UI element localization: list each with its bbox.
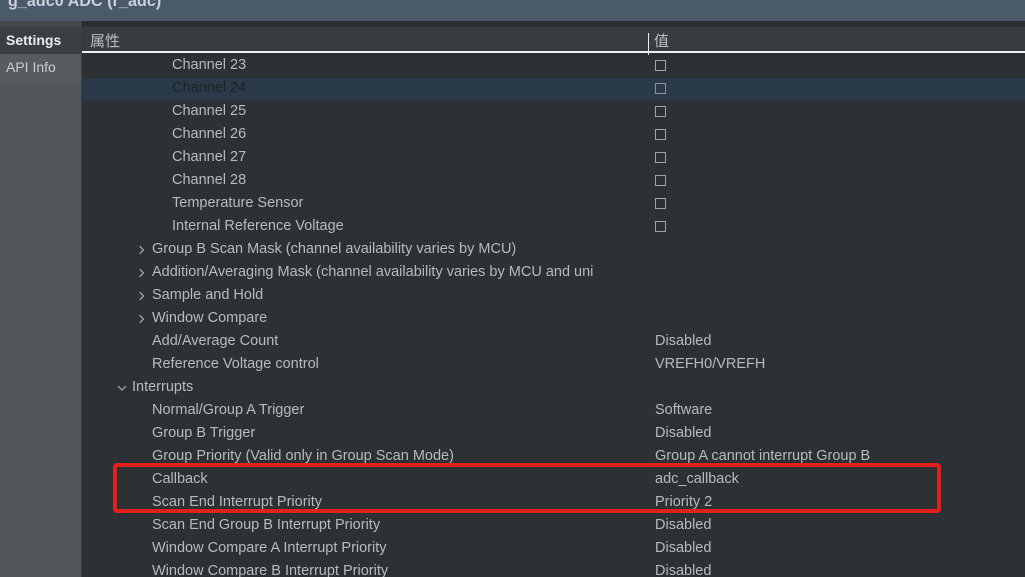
sidebar-empty-area	[0, 81, 82, 577]
window-title: g_adc0 ADC (r_adc)	[8, 0, 161, 11]
sidebar-tab-strip: Settings API Info	[0, 21, 82, 577]
table-row[interactable]: Group Priority (Valid only in Group Scan…	[82, 446, 1025, 469]
row-label: Scan End Group B Interrupt Priority	[152, 517, 380, 533]
table-row[interactable]: Internal Reference Voltage	[82, 216, 1025, 239]
row-checkbox[interactable]	[655, 198, 666, 209]
row-checkbox[interactable]	[655, 129, 666, 140]
row-value[interactable]: VREFH0/VREFH	[655, 356, 765, 372]
table-row[interactable]: Interrupts	[82, 377, 1025, 400]
column-header-attribute[interactable]: 属性	[90, 30, 120, 51]
table-row[interactable]: Channel 26	[82, 124, 1025, 147]
column-header-value[interactable]: 值	[654, 30, 669, 51]
table-header-row: 属性 值	[82, 27, 1025, 53]
table-row[interactable]: Add/Average Count Disabled	[82, 331, 1025, 354]
row-value[interactable]: Software	[655, 402, 712, 418]
row-label: Group B Trigger	[152, 425, 255, 441]
table-row[interactable]: Group B Trigger Disabled	[82, 423, 1025, 446]
chevron-down-icon[interactable]	[116, 382, 128, 394]
row-checkbox[interactable]	[655, 175, 666, 186]
table-row[interactable]: Temperature Sensor	[82, 193, 1025, 216]
row-label: Temperature Sensor	[172, 195, 303, 211]
adc-configuration-panel: g_adc0 ADC (r_adc) Settings API Info 属性 …	[0, 0, 1025, 577]
row-checkbox[interactable]	[655, 221, 666, 232]
row-label: Internal Reference Voltage	[172, 218, 344, 234]
table-row[interactable]: Scan End Group B Interrupt Priority Disab…	[82, 515, 1025, 538]
chevron-right-icon[interactable]	[136, 290, 148, 302]
table-row[interactable]: Channel 25	[82, 101, 1025, 124]
table-row[interactable]: Channel 24	[82, 78, 1025, 101]
table-row[interactable]: Scan End Interrupt Priority Priority 2	[82, 492, 1025, 515]
table-body: Channel 23 Channel 24 Channel 25 Channel 26…	[82, 55, 1025, 577]
row-value[interactable]: adc_callback	[655, 471, 739, 487]
row-checkbox[interactable]	[655, 152, 666, 163]
row-value[interactable]: Disabled	[655, 517, 711, 533]
table-row[interactable]: Reference Voltage control VREFH0/VREFH	[82, 354, 1025, 377]
row-label: Channel 28	[172, 172, 246, 188]
table-row[interactable]: Channel 27	[82, 147, 1025, 170]
row-label: Add/Average Count	[152, 333, 278, 349]
property-table: 属性 值 Channel 23Channel 24Channel 25Chann…	[82, 21, 1025, 577]
row-label: Addition/Averaging Mask (channel availab…	[152, 264, 593, 280]
table-row[interactable]: Window Compare A Interrupt Priority Disab…	[82, 538, 1025, 561]
table-row[interactable]: Channel 23	[82, 55, 1025, 78]
chevron-right-icon[interactable]	[136, 313, 148, 325]
row-checkbox[interactable]	[655, 60, 666, 71]
row-label: Channel 26	[172, 126, 246, 142]
table-row[interactable]: Channel 28	[82, 170, 1025, 193]
chevron-right-icon[interactable]	[136, 244, 148, 256]
row-value[interactable]: Priority 2	[655, 494, 712, 510]
row-label: Group Priority (Valid only in Group Scan…	[152, 448, 454, 464]
tab-settings[interactable]: Settings	[0, 27, 82, 54]
row-label: Callback	[152, 471, 208, 487]
row-checkbox[interactable]	[655, 83, 666, 94]
row-value[interactable]: Disabled	[655, 333, 711, 349]
row-label: Interrupts	[132, 379, 193, 395]
row-label: Sample and Hold	[152, 287, 263, 303]
row-label: Channel 25	[172, 103, 246, 119]
row-label: Window Compare	[152, 310, 267, 326]
table-row[interactable]: Callback adc_callback	[82, 469, 1025, 492]
table-row[interactable]: Addition/Averaging Mask (channel availab…	[82, 262, 1025, 285]
table-row[interactable]: Normal/Group A Trigger Software	[82, 400, 1025, 423]
row-label: Channel 27	[172, 149, 246, 165]
table-row[interactable]: Sample and Hold	[82, 285, 1025, 308]
window-titlebar: g_adc0 ADC (r_adc)	[0, 0, 1025, 21]
row-label: Channel 23	[172, 57, 246, 73]
row-label: Channel 24	[172, 80, 246, 96]
table-row[interactable]: Group B Scan Mask (channel availability …	[82, 239, 1025, 262]
column-resize-handle[interactable]	[648, 33, 649, 57]
row-label: Window Compare A Interrupt Priority	[152, 540, 387, 556]
row-checkbox[interactable]	[655, 106, 666, 117]
table-row[interactable]: Window Compare B Interrupt Priority Disab…	[82, 561, 1025, 577]
row-label: Window Compare B Interrupt Priority	[152, 563, 388, 577]
tab-api-info[interactable]: API Info	[0, 54, 82, 81]
row-value[interactable]: Group A cannot interrupt Group B	[655, 448, 870, 464]
row-label: Normal/Group A Trigger	[152, 402, 304, 418]
row-value[interactable]: Disabled	[655, 425, 711, 441]
row-label: Group B Scan Mask (channel availability …	[152, 241, 516, 257]
row-label: Reference Voltage control	[152, 356, 319, 372]
table-row[interactable]: Window Compare	[82, 308, 1025, 331]
chevron-right-icon[interactable]	[136, 267, 148, 279]
row-value[interactable]: Disabled	[655, 563, 711, 577]
row-value[interactable]: Disabled	[655, 540, 711, 556]
row-label: Scan End Interrupt Priority	[152, 494, 322, 510]
